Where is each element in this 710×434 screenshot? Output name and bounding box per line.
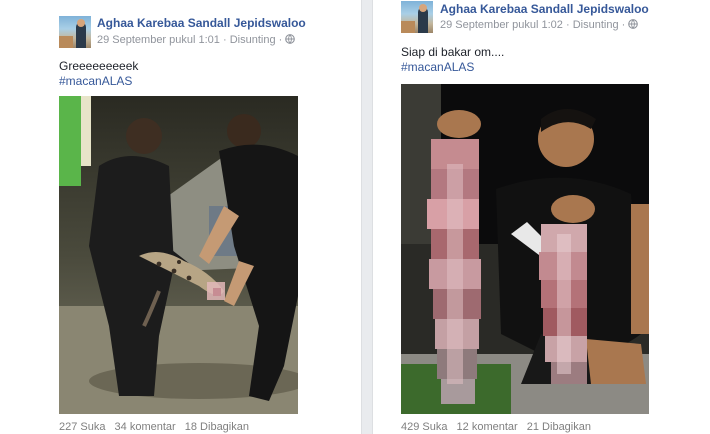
edited-label[interactable]: Disunting <box>230 34 276 46</box>
like-count[interactable]: 227 Suka <box>59 421 105 433</box>
meta-separator: · <box>278 34 283 46</box>
post-card: Aghaa Karebaa Sandall Jepidswaloo 29 Sep… <box>0 0 355 434</box>
globe-icon[interactable] <box>285 34 296 47</box>
comment-count[interactable]: 12 komentar <box>457 421 518 433</box>
author-avatar[interactable] <box>59 16 91 48</box>
post-text: Siap di bakar om.... <box>401 45 505 59</box>
comment-count[interactable]: 34 komentar <box>115 421 176 433</box>
hashtag-link[interactable]: #macanALAS <box>401 60 474 74</box>
edited-label[interactable]: Disunting <box>573 19 619 31</box>
share-count[interactable]: 21 Dibagikan <box>527 421 591 433</box>
post-timestamp[interactable]: 29 September pukul 1:02 <box>440 19 563 31</box>
photo-scene <box>59 96 298 414</box>
post-stats: 227 Suka 34 komentar 18 Dibagikan <box>59 421 255 433</box>
post-text: Greeeeeeeeek <box>59 59 139 73</box>
post-meta: 29 September pukul 1:01 · Disunting · <box>97 34 296 47</box>
post-photo[interactable] <box>401 84 649 414</box>
hashtag-link[interactable]: #macanALAS <box>59 74 132 88</box>
meta-separator: · <box>565 19 570 31</box>
author-name[interactable]: Aghaa Karebaa Sandall Jepidswaloo <box>97 16 306 30</box>
author-name[interactable]: Aghaa Karebaa Sandall Jepidswaloo <box>440 2 649 16</box>
meta-separator: · <box>222 34 227 46</box>
post-divider <box>361 0 373 434</box>
post-timestamp[interactable]: 29 September pukul 1:01 <box>97 34 220 46</box>
author-avatar[interactable] <box>401 1 433 33</box>
pixelated-blur-right <box>539 224 587 384</box>
photo-scene <box>401 84 649 414</box>
globe-icon[interactable] <box>628 19 639 32</box>
meta-separator: · <box>621 19 626 31</box>
post-stats: 429 Suka 12 komentar 21 Dibagikan <box>401 421 597 433</box>
like-count[interactable]: 429 Suka <box>401 421 447 433</box>
post-meta: 29 September pukul 1:02 · Disunting · <box>440 19 639 32</box>
post-card: Aghaa Karebaa Sandall Jepidswaloo 29 Sep… <box>377 0 710 434</box>
share-count[interactable]: 18 Dibagikan <box>185 421 249 433</box>
post-photo[interactable] <box>59 96 298 414</box>
